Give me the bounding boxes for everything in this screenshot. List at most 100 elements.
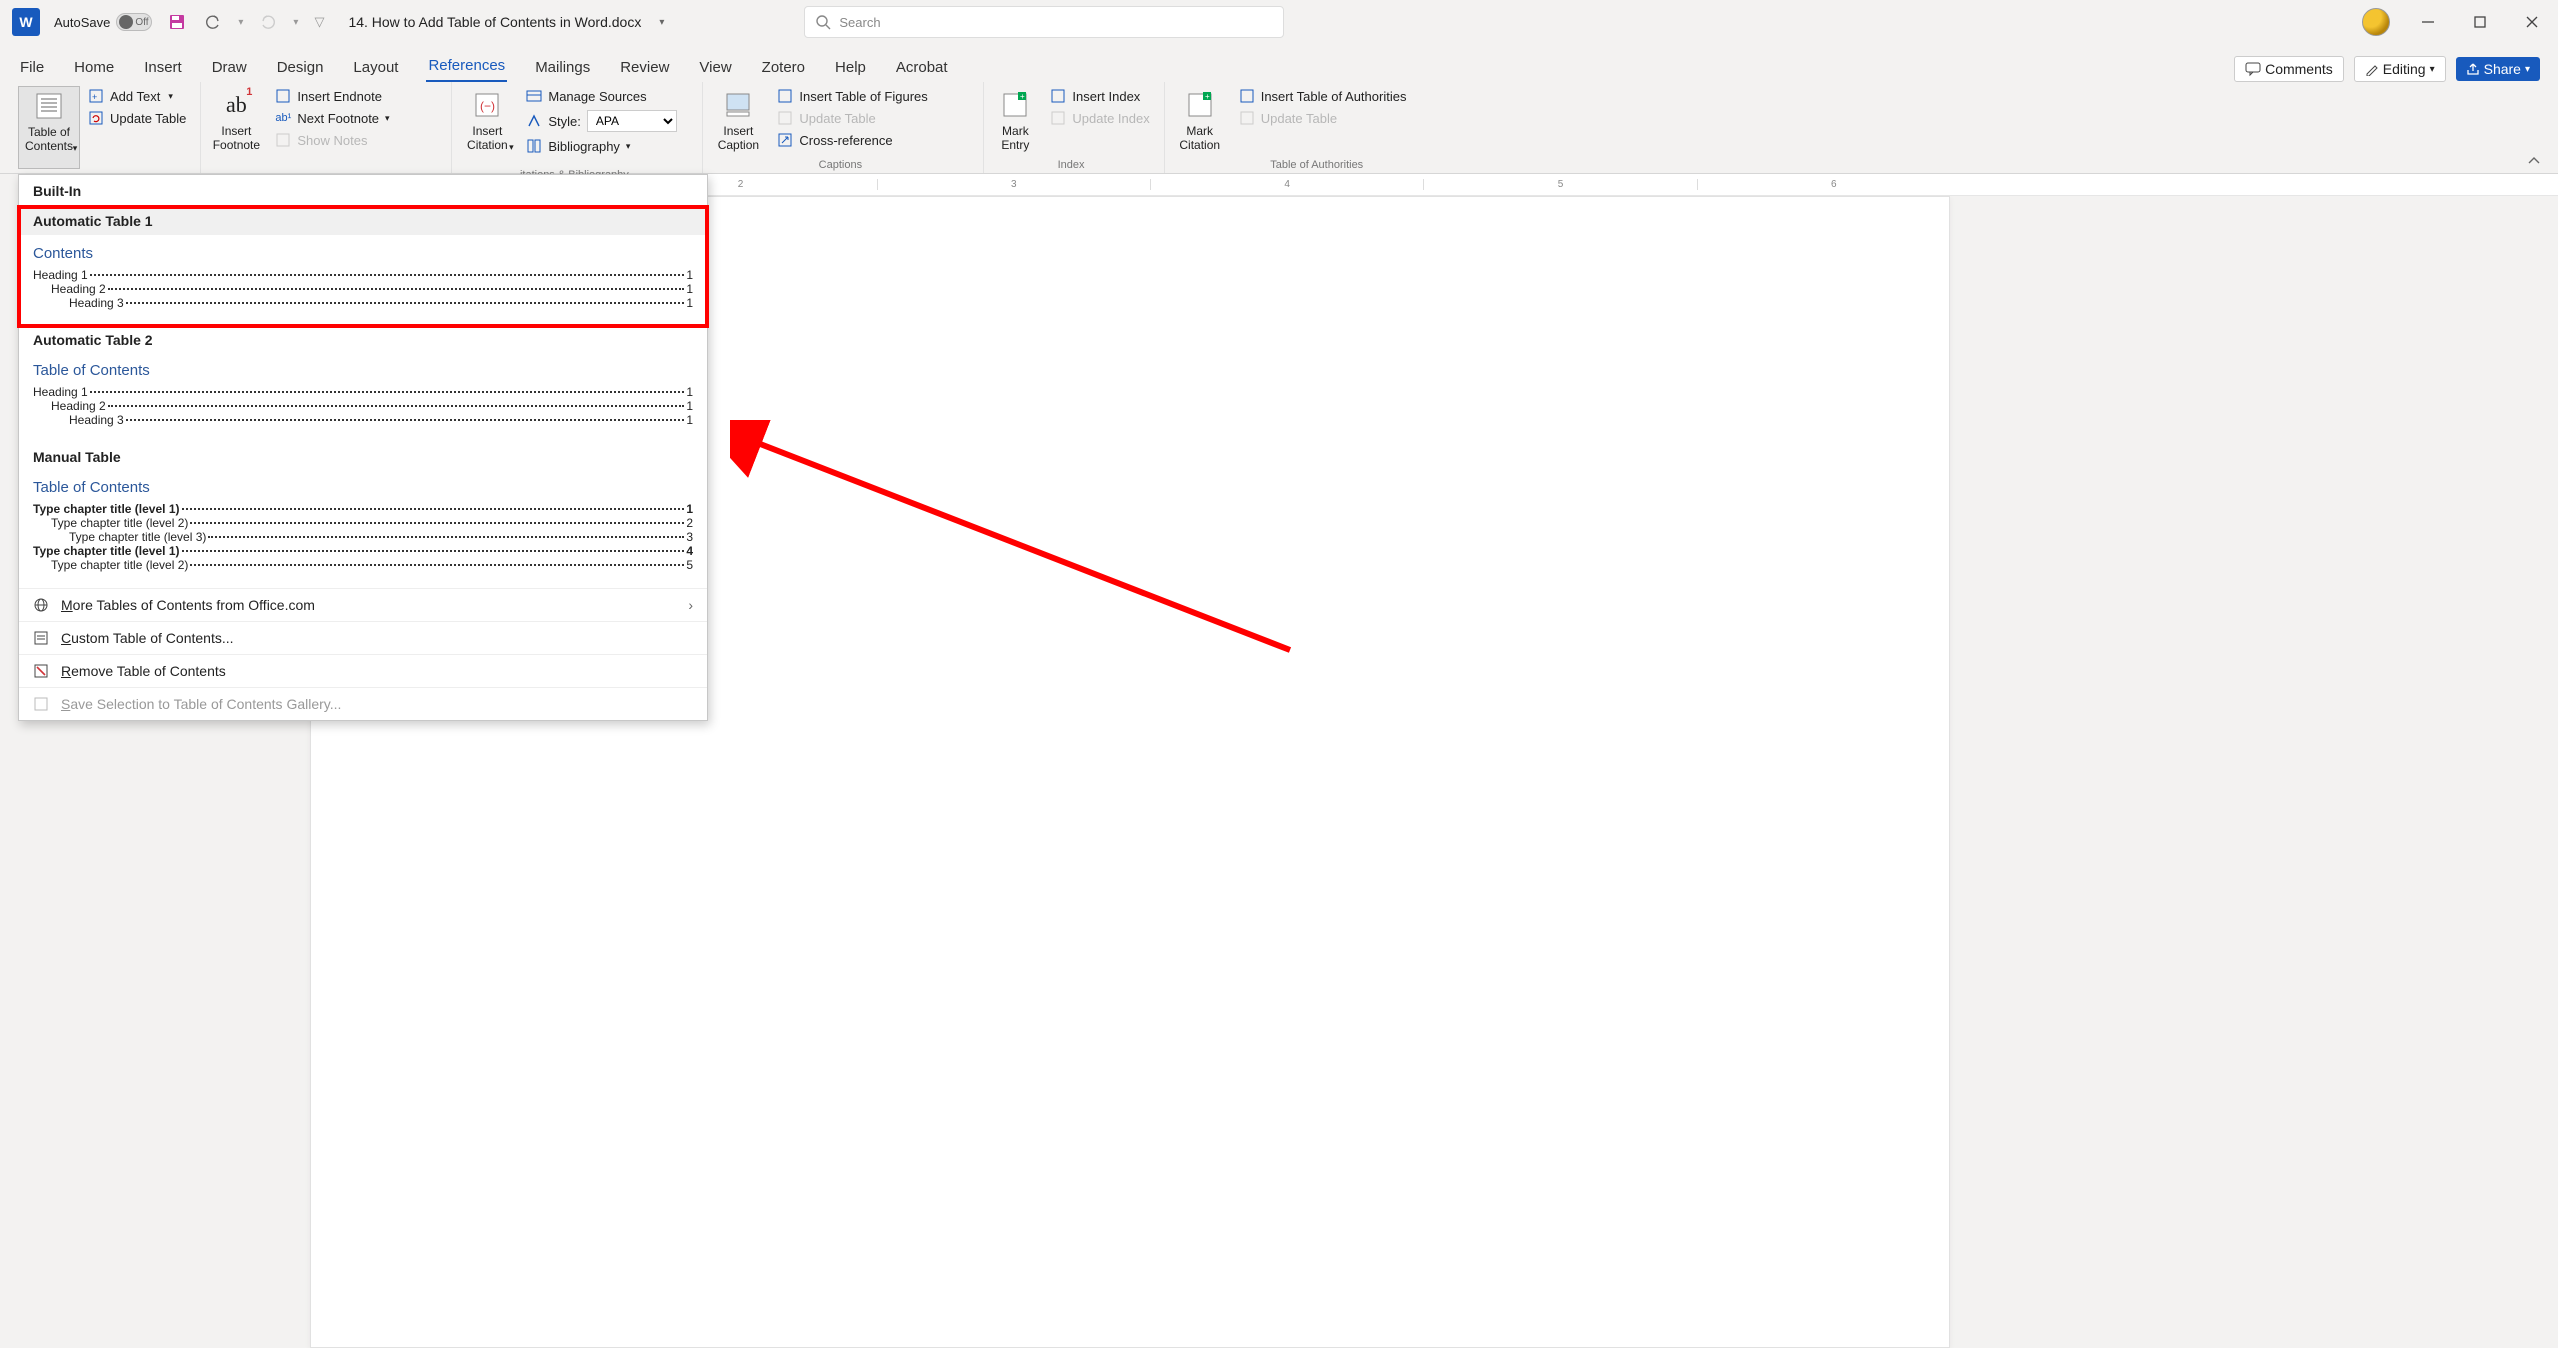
undo-button[interactable] [202,11,224,33]
svg-text:+: + [1205,92,1210,101]
search-icon [815,14,831,30]
toc-custom-button[interactable]: Custom Table of Contents... [19,621,707,654]
insert-index-icon [1050,88,1066,104]
minimize-button[interactable] [2414,8,2442,36]
search-input[interactable]: Search [804,6,1284,38]
editing-mode-button[interactable]: Editing ▾ [2354,56,2446,82]
chevron-down-icon: ▾ [168,91,173,102]
autosave-toggle[interactable]: AutoSave Off [54,13,152,31]
update-icon [1239,110,1255,126]
tab-home[interactable]: Home [72,53,116,82]
insert-caption-button[interactable]: Insert Caption [707,86,769,154]
manage-sources-icon [526,88,542,104]
comments-button[interactable]: Comments [2234,56,2344,82]
insert-table-of-figures-button[interactable]: Insert Table of Figures [773,86,973,106]
toc-preview-line: Heading 21 [33,399,693,413]
toa-icon [1239,88,1255,104]
doc-title-dropdown-icon[interactable]: ▾ [659,17,664,28]
style-dropdown[interactable]: APA [587,110,677,132]
insert-index-button[interactable]: Insert Index [1046,86,1153,106]
tab-help[interactable]: Help [833,53,868,82]
tab-review[interactable]: Review [618,53,671,82]
update-index-icon [1050,110,1066,126]
ruler-tick: 5 [1423,179,1696,190]
insert-endnote-button[interactable]: Insert Endnote [271,86,441,106]
toc-option-automatic-table-2[interactable]: Automatic Table 2 Table of Contents Head… [19,326,707,443]
remove-toc-icon [33,663,49,679]
citation-style-select[interactable]: Style: APA [522,108,692,134]
toc-option-manual-table[interactable]: Manual Table Table of Contents Type chap… [19,443,707,588]
insert-footnote-button[interactable]: ab 1 Insert Footnote [205,86,267,154]
toc-preview-line: Heading 11 [33,268,693,282]
toc-more-from-office-button[interactable]: More Tables of Contents from Office.com … [19,588,707,621]
group-label-toa: Table of Authorities [1169,159,1465,171]
chevron-down-icon: ▾ [73,143,78,154]
next-footnote-icon: ab¹ [275,110,291,126]
toc-option-automatic-table-1[interactable]: Automatic Table 1 Contents Heading 11Hea… [19,207,707,326]
bibliography-button[interactable]: Bibliography ▾ [522,136,692,156]
tab-layout[interactable]: Layout [351,53,400,82]
caption-icon [720,88,756,122]
document-title[interactable]: 14. How to Add Table of Contents in Word… [348,14,641,30]
mark-entry-icon: + [997,88,1033,122]
toc-save-selection-button: Save Selection to Table of Contents Gall… [19,687,707,720]
insert-toa-button[interactable]: Insert Table of Authorities [1235,86,1465,106]
save-icon[interactable] [166,11,188,33]
toc-preview-line: Type chapter title (level 1)1 [33,502,693,516]
maximize-button[interactable] [2466,8,2494,36]
tab-insert[interactable]: Insert [142,53,184,82]
share-button[interactable]: Share ▾ [2456,57,2540,81]
show-notes-icon [275,132,291,148]
mark-citation-icon: + [1182,88,1218,122]
mark-citation-button[interactable]: + Mark Citation [1169,86,1231,154]
toc-preview-line: Heading 21 [33,282,693,296]
toc-preview-line: Heading 31 [33,296,693,310]
tab-design[interactable]: Design [275,53,326,82]
tab-file[interactable]: File [18,53,46,82]
pencil-icon [2365,62,2379,76]
user-avatar[interactable] [2362,8,2390,36]
close-button[interactable] [2518,8,2546,36]
table-of-contents-button[interactable]: Table of Contents ▾ [18,86,80,169]
share-icon [2466,62,2480,76]
tab-zotero[interactable]: Zotero [760,53,807,82]
toc-built-in-label: Built-In [19,175,707,207]
bibliography-icon [526,138,542,154]
toc-preview-line: Type chapter title (level 3)3 [33,530,693,544]
tab-mailings[interactable]: Mailings [533,53,592,82]
mark-entry-button[interactable]: + Mark Entry [988,86,1042,154]
globe-icon [33,597,49,613]
update-icon [88,110,104,126]
svg-text:+: + [92,92,97,102]
collapse-ribbon-button[interactable] [2526,153,2542,169]
toc-preview-line: Heading 11 [33,385,693,399]
tab-view[interactable]: View [697,53,733,82]
manage-sources-button[interactable]: Manage Sources [522,86,692,106]
next-footnote-button[interactable]: ab¹ Next Footnote ▾ [271,108,441,128]
autosave-switch[interactable]: Off [116,13,152,31]
toa-update-table-button: Update Table [1235,108,1465,128]
chevron-right-icon: › [688,597,693,613]
chevron-down-icon: ▾ [2430,64,2435,75]
toc-remove-button[interactable]: Remove Table of Contents [19,654,707,687]
svg-text:+: + [1020,92,1025,101]
word-app-icon: W [12,8,40,36]
tab-references[interactable]: References [426,51,507,82]
chevron-down-icon: ▾ [2525,64,2530,75]
ruler-tick: 4 [1150,179,1423,190]
chevron-down-icon [2526,153,2542,169]
tab-acrobat[interactable]: Acrobat [894,53,950,82]
add-text-button[interactable]: + Add Text ▾ [84,86,190,106]
update-table-button[interactable]: Update Table [84,108,190,128]
comment-icon [2245,61,2261,77]
tof-icon [777,88,793,104]
toc-preview-line: Heading 31 [33,413,693,427]
insert-citation-button[interactable]: (−) Insert Citation ▾ [456,86,518,167]
update-index-button: Update Index [1046,108,1153,128]
cross-reference-button[interactable]: Cross-reference [773,130,973,150]
captions-update-table-button: Update Table [773,108,973,128]
tab-draw[interactable]: Draw [210,53,249,82]
show-notes-button: Show Notes [271,130,441,150]
redo-button[interactable] [257,11,279,33]
ruler-tick: 6 [1697,179,1970,190]
